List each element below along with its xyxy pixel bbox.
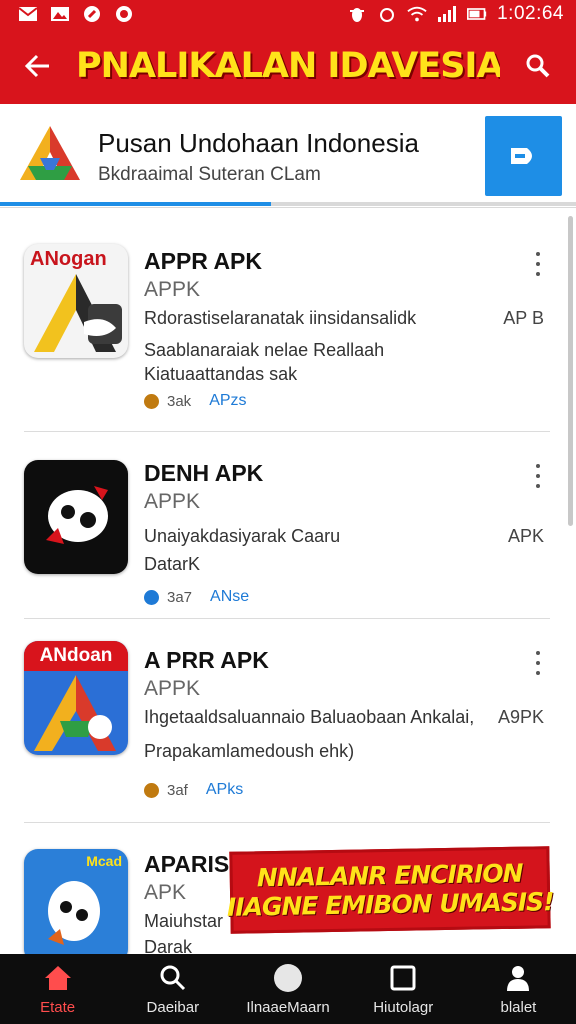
app-title: PNALIKALAN IDAVESIA xyxy=(76,46,500,86)
app-tag: APK xyxy=(507,526,544,546)
person-icon xyxy=(503,963,533,993)
more-options-icon[interactable] xyxy=(530,651,546,675)
list-item[interactable]: DENH APK APPK Unaiyakdasiyarak Caaru APK… xyxy=(0,432,576,618)
circle-icon xyxy=(273,963,303,993)
app-description-line: DatarK xyxy=(144,554,201,574)
promo-line: NNALANR ENCIRION xyxy=(256,858,523,893)
app-kind: APK xyxy=(144,881,187,904)
app-meta-count: 3ak xyxy=(167,392,192,410)
app-meta: 3ak APzs xyxy=(144,392,247,410)
app-icon xyxy=(114,5,134,23)
banner-progress-fill xyxy=(0,202,271,206)
rating-icon xyxy=(144,589,159,605)
nav-label: IlnaaeMaarn xyxy=(246,998,330,1016)
app-description-line: Prapakamlamedoush ehk) xyxy=(144,741,355,761)
list-item[interactable]: ANogan APPR APK APPK Rdorastiselaranatak… xyxy=(0,210,576,430)
battery-icon xyxy=(467,5,487,23)
app-kind: APPK xyxy=(144,278,201,301)
promo-line: IIAGNE EMIBON UMASIS! xyxy=(226,887,554,922)
app-icon xyxy=(82,5,102,23)
back-arrow-icon xyxy=(24,54,49,78)
search-button[interactable] xyxy=(500,28,576,104)
status-left-icons xyxy=(18,5,134,23)
app-description-line: Saablanaraiak nelae Reallaah xyxy=(144,340,385,360)
rating-icon xyxy=(144,782,159,798)
app-kind: APPK xyxy=(144,677,201,700)
square-icon xyxy=(388,963,418,993)
app-meta-count: 3af xyxy=(167,781,188,799)
nav-item-recents[interactable]: Hiutolagr xyxy=(346,954,461,1024)
nav-item-search[interactable]: Daeibar xyxy=(115,954,230,1024)
banner-logo xyxy=(18,124,82,190)
app-description-line: Ihgetaaldsaluannaio Baluaobaan Ankalai, xyxy=(144,707,475,727)
app-kind: APPK xyxy=(144,490,201,513)
more-options-icon[interactable] xyxy=(530,464,546,488)
app-meta: 3af APks xyxy=(144,781,243,799)
banner-progress-track xyxy=(0,202,576,206)
app-description-line: Unaiyakdasiyarak Caaru xyxy=(144,526,341,546)
more-options-icon[interactable] xyxy=(530,252,546,276)
app-name: DENH APK xyxy=(144,460,264,486)
bottom-nav: Etate Daeibar IlnaaeMaarn Hiutolagr blal… xyxy=(0,954,576,1024)
mail-icon xyxy=(18,5,38,23)
nav-item-home[interactable]: Etate xyxy=(0,954,115,1024)
app-meta: 3a7 ANse xyxy=(144,588,249,606)
app-meta-tag: ANse xyxy=(210,588,250,605)
screen: 1:02:64 PNALIKALAN IDAVESIA Pusan Undoha… xyxy=(0,0,576,1024)
list-item[interactable]: ANdoan A PRR APK APPK Ihgetaaldsaluannai… xyxy=(0,619,576,821)
bug-icon xyxy=(347,5,367,23)
nav-item-center[interactable]: IlnaaeMaarn xyxy=(230,954,345,1024)
app-name: APPR APK xyxy=(144,248,262,274)
app-meta-count: 3a7 xyxy=(167,588,193,606)
nav-label: Daeibar xyxy=(146,998,200,1016)
app-name: A PRR APK xyxy=(144,647,269,673)
photo-icon xyxy=(50,5,70,23)
rating-icon xyxy=(144,393,159,409)
search-icon xyxy=(158,963,188,993)
app-icon: ANdoan xyxy=(24,641,128,755)
app-tag: A9PK xyxy=(497,707,544,727)
app-bar: PNALIKALAN IDAVESIA xyxy=(0,28,576,104)
nav-item-profile[interactable]: blalet xyxy=(461,954,576,1024)
send-icon xyxy=(510,148,532,164)
home-icon xyxy=(43,963,73,993)
promo-sticker[interactable]: NNALANR ENCIRION IIAGNE EMIBON UMASIS! xyxy=(227,846,554,934)
app-meta-tag: APzs xyxy=(209,392,247,409)
wifi-icon xyxy=(407,5,427,23)
app-tag: AP B xyxy=(503,308,544,328)
app-description-line: Darak xyxy=(144,937,193,954)
app-description-line: Kiatuaattandas sak xyxy=(144,364,298,384)
alarm-icon xyxy=(377,5,397,23)
app-description-line: Rdorastiselaranatak iinsidansalidk xyxy=(144,308,417,328)
status-bar: 1:02:64 xyxy=(0,0,576,28)
nav-label: Etate xyxy=(40,998,76,1016)
status-right-icons: 1:02:64 xyxy=(347,3,564,25)
nav-label: Hiutolagr xyxy=(373,998,434,1016)
app-description-line: Maiuhstar xyxy=(144,911,224,931)
signal-icon xyxy=(437,5,457,23)
status-time: 1:02:64 xyxy=(497,3,564,24)
app-list[interactable]: ANogan APPR APK APPK Rdorastiselaranatak… xyxy=(0,210,576,954)
banner-subtitle: Bkdraaimal Suteran CLam xyxy=(98,164,321,185)
banner-title: Pusan Undohaan Indonesia xyxy=(98,128,419,158)
app-icon: ANogan xyxy=(24,244,128,358)
back-button[interactable] xyxy=(0,28,76,104)
app-icon: Mcad xyxy=(24,849,128,954)
banner-go-button[interactable] xyxy=(485,116,562,196)
app-icon xyxy=(24,460,128,574)
app-meta-tag: APks xyxy=(205,781,244,798)
nav-label: blalet xyxy=(500,998,537,1016)
search-icon xyxy=(526,54,550,78)
featured-banner[interactable]: Pusan Undohaan Indonesia Bkdraaimal Sute… xyxy=(0,104,576,208)
